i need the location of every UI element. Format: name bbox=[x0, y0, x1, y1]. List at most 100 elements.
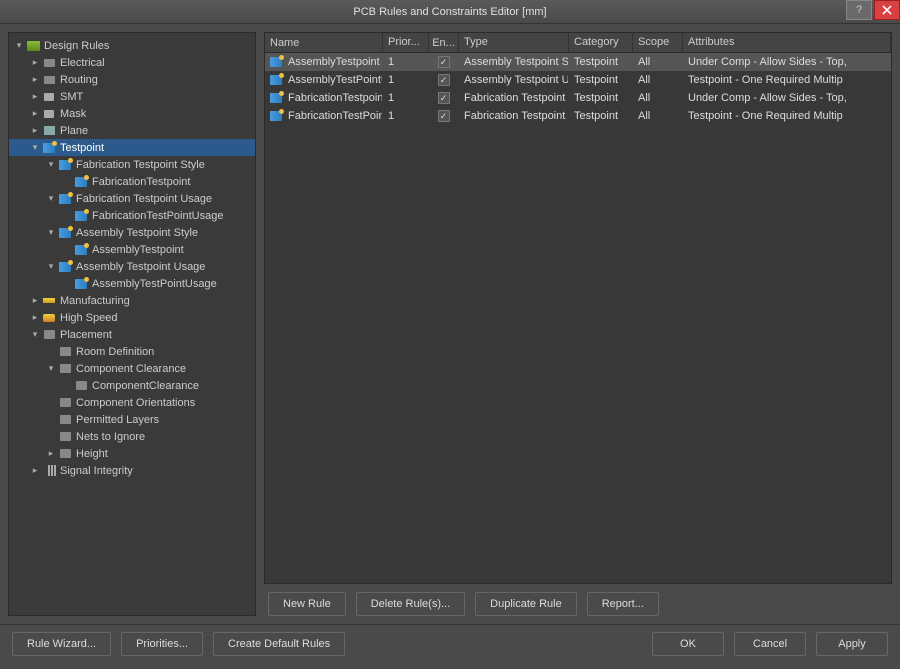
cell-enabled[interactable]: ✓ bbox=[429, 54, 459, 70]
tree-item[interactable]: ▸ComponentClearance bbox=[9, 377, 255, 394]
col-category[interactable]: Category bbox=[569, 33, 633, 52]
tree-item[interactable]: ▾ Design Rules bbox=[9, 37, 255, 54]
collapse-icon[interactable]: ▾ bbox=[29, 142, 41, 153]
tree-item[interactable]: ▸Signal Integrity bbox=[9, 462, 255, 479]
col-enabled[interactable]: En... bbox=[429, 33, 459, 52]
delete-rule-button[interactable]: Delete Rule(s)... bbox=[356, 592, 465, 616]
new-rule-button[interactable]: New Rule bbox=[268, 592, 346, 616]
expand-icon[interactable]: ▸ bbox=[29, 312, 41, 323]
tree-item[interactable]: ▾Assembly Testpoint Usage bbox=[9, 258, 255, 275]
leaf-icon bbox=[57, 396, 73, 410]
expand-icon[interactable]: ▸ bbox=[29, 125, 41, 136]
tree-item[interactable]: ▸ Plane bbox=[9, 122, 255, 139]
collapse-icon[interactable]: ▾ bbox=[45, 227, 57, 238]
expand-icon[interactable]: ▸ bbox=[45, 448, 57, 459]
tree-item[interactable]: ▾Placement bbox=[9, 326, 255, 343]
cell-enabled[interactable]: ✓ bbox=[429, 72, 459, 88]
rule-icon bbox=[57, 158, 73, 172]
tree-label: Room Definition bbox=[76, 346, 154, 358]
expand-icon[interactable]: ▸ bbox=[29, 465, 41, 476]
tree-item[interactable]: ▸Manufacturing bbox=[9, 292, 255, 309]
smt-icon bbox=[41, 107, 57, 121]
cell-enabled[interactable]: ✓ bbox=[429, 108, 459, 124]
collapse-icon[interactable]: ▾ bbox=[45, 261, 57, 272]
tree-item[interactable]: ▾Fabrication Testpoint Style bbox=[9, 156, 255, 173]
col-type[interactable]: Type bbox=[459, 33, 569, 52]
tree-item[interactable]: ▸SMT bbox=[9, 88, 255, 105]
checkbox-icon[interactable]: ✓ bbox=[438, 92, 450, 104]
tree-item[interactable]: ▾Assembly Testpoint Style bbox=[9, 224, 255, 241]
help-button[interactable]: ? bbox=[846, 0, 872, 20]
tree-item[interactable]: ▸ Mask bbox=[9, 105, 255, 122]
cell-category: Testpoint bbox=[569, 54, 633, 70]
rules-grid[interactable]: Name Prior... En... Type Category Scope … bbox=[264, 32, 892, 584]
table-row[interactable]: FabricationTestpoin1✓Fabrication Testpoi… bbox=[265, 89, 891, 107]
grid-header[interactable]: Name Prior... En... Type Category Scope … bbox=[265, 33, 891, 53]
cell-type: Assembly Testpoint U bbox=[459, 72, 569, 88]
expand-icon[interactable]: ▸ bbox=[29, 57, 41, 68]
apply-button[interactable]: Apply bbox=[816, 632, 888, 656]
expand-icon[interactable]: ▸ bbox=[29, 91, 41, 102]
rule-wizard-button[interactable]: Rule Wizard... bbox=[12, 632, 111, 656]
tree-label: Plane bbox=[60, 125, 88, 137]
cell-enabled[interactable]: ✓ bbox=[429, 90, 459, 106]
table-row[interactable]: AssemblyTestPointU1✓Assembly Testpoint U… bbox=[265, 71, 891, 89]
expand-icon[interactable]: ▸ bbox=[29, 295, 41, 306]
ok-button[interactable]: OK bbox=[652, 632, 724, 656]
tree-item[interactable]: ▸AssemblyTestPointUsage bbox=[9, 275, 255, 292]
tree-item[interactable]: ▸Room Definition bbox=[9, 343, 255, 360]
tree-item[interactable]: ▸Component Orientations bbox=[9, 394, 255, 411]
tree-item[interactable]: ▸Electrical bbox=[9, 54, 255, 71]
tree-item[interactable]: ▸FabricationTestPointUsage bbox=[9, 207, 255, 224]
expand-icon[interactable]: ▸ bbox=[29, 74, 41, 85]
rule-icon bbox=[57, 260, 73, 274]
tree-item[interactable]: ▾Component Clearance bbox=[9, 360, 255, 377]
report-button[interactable]: Report... bbox=[587, 592, 659, 616]
collapse-icon[interactable]: ▾ bbox=[13, 40, 25, 51]
col-priority[interactable]: Prior... bbox=[383, 33, 429, 52]
grid-body: AssemblyTestpoint1✓Assembly Testpoint ST… bbox=[265, 53, 891, 125]
rule-icon bbox=[57, 192, 73, 206]
tree-label: FabricationTestPointUsage bbox=[92, 210, 223, 222]
rule-icon bbox=[73, 175, 89, 189]
tree-label: Design Rules bbox=[44, 40, 109, 52]
collapse-icon[interactable]: ▾ bbox=[45, 159, 57, 170]
cell-category: Testpoint bbox=[569, 108, 633, 124]
tree-item[interactable]: ▸FabricationTestpoint bbox=[9, 173, 255, 190]
collapse-icon[interactable]: ▾ bbox=[45, 193, 57, 204]
tree-item[interactable]: ▸Height bbox=[9, 445, 255, 462]
tree-item[interactable]: ▸Routing bbox=[9, 71, 255, 88]
leaf-icon bbox=[57, 413, 73, 427]
tree-label: Testpoint bbox=[60, 142, 104, 154]
rule-icon bbox=[270, 55, 282, 69]
table-row[interactable]: AssemblyTestpoint1✓Assembly Testpoint ST… bbox=[265, 53, 891, 71]
tree-item[interactable]: ▸Permitted Layers bbox=[9, 411, 255, 428]
tree-item[interactable]: ▸AssemblyTestpoint bbox=[9, 241, 255, 258]
tree-label: Mask bbox=[60, 108, 86, 120]
rules-tree[interactable]: ▾Design Rules▸Electrical▸Routing▸SMT▸Mas… bbox=[8, 32, 256, 616]
tree-item[interactable]: ▸High Speed bbox=[9, 309, 255, 326]
col-scope[interactable]: Scope bbox=[633, 33, 683, 52]
collapse-icon[interactable]: ▾ bbox=[45, 363, 57, 374]
checkbox-icon[interactable]: ✓ bbox=[438, 56, 450, 68]
create-default-rules-button[interactable]: Create Default Rules bbox=[213, 632, 345, 656]
checkbox-icon[interactable]: ✓ bbox=[438, 110, 450, 122]
content-area: ▾Design Rules▸Electrical▸Routing▸SMT▸Mas… bbox=[0, 24, 900, 624]
priorities-button[interactable]: Priorities... bbox=[121, 632, 203, 656]
cancel-button[interactable]: Cancel bbox=[734, 632, 806, 656]
cell-priority: 1 bbox=[383, 108, 429, 124]
expand-icon[interactable]: ▸ bbox=[29, 108, 41, 119]
tree-item[interactable]: ▸Nets to Ignore bbox=[9, 428, 255, 445]
table-row[interactable]: FabricationTestPoin1✓Fabrication Testpoi… bbox=[265, 107, 891, 125]
close-button[interactable] bbox=[874, 0, 900, 20]
col-name[interactable]: Name bbox=[265, 33, 383, 52]
tree-item[interactable]: ▾Fabrication Testpoint Usage bbox=[9, 190, 255, 207]
col-attributes[interactable]: Attributes bbox=[683, 33, 891, 52]
collapse-icon[interactable]: ▾ bbox=[29, 329, 41, 340]
rule-icon bbox=[73, 277, 89, 291]
duplicate-rule-button[interactable]: Duplicate Rule bbox=[475, 592, 577, 616]
rule-icon bbox=[73, 243, 89, 257]
leaf-icon bbox=[57, 362, 73, 376]
checkbox-icon[interactable]: ✓ bbox=[438, 74, 450, 86]
tree-item[interactable]: ▾ Testpoint bbox=[9, 139, 255, 156]
